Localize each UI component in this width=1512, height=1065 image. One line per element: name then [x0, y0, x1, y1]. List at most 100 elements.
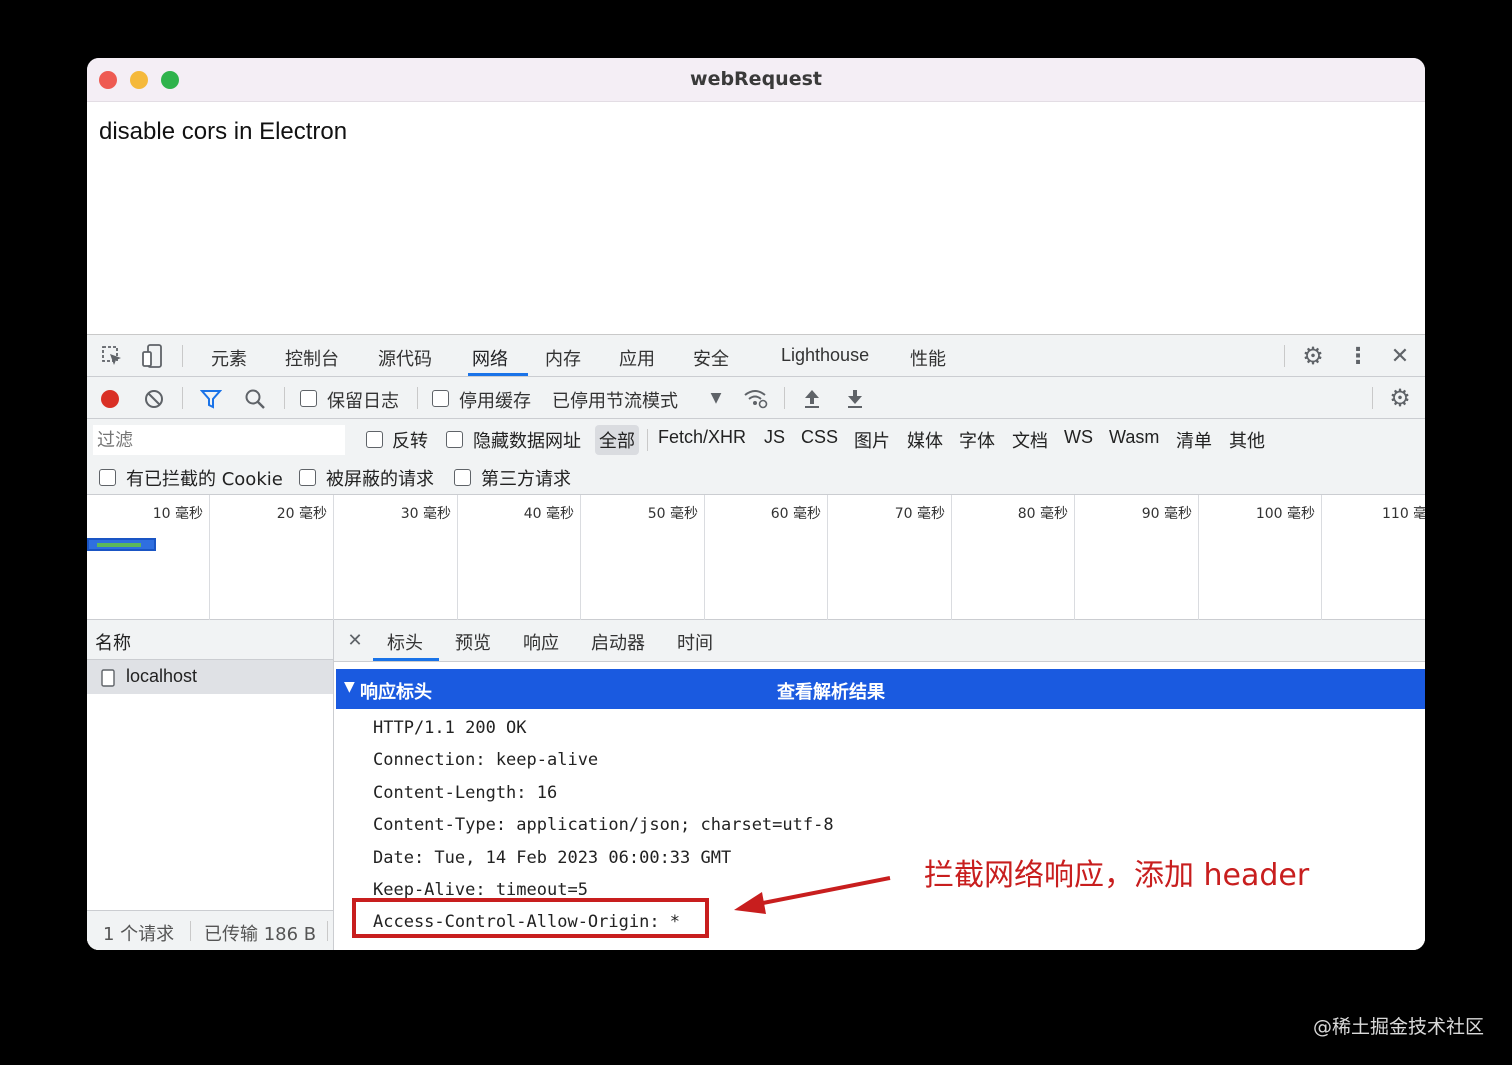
throttling-select[interactable]: 已停用节流模式 — [552, 387, 678, 413]
status-divider — [327, 921, 328, 941]
record-icon[interactable] — [99, 388, 121, 410]
filter-type-other[interactable]: 其他 — [1229, 427, 1265, 453]
filter-type-media[interactable]: 媒体 — [907, 427, 943, 453]
annotation-arrow-icon — [734, 876, 891, 914]
filter-icon[interactable] — [199, 388, 223, 410]
filter-type-doc[interactable]: 文档 — [1012, 427, 1048, 453]
invert-checkbox[interactable] — [366, 431, 383, 448]
toolbar-divider — [1284, 345, 1285, 367]
timeline-tick-label: 70 毫秒 — [894, 506, 945, 522]
filter-type-font[interactable]: 字体 — [959, 427, 995, 453]
inspect-element-icon[interactable] — [99, 343, 125, 369]
invert-label: 反转 — [392, 431, 428, 451]
chevron-down-icon[interactable]: ▼ — [707, 387, 725, 409]
search-icon[interactable] — [243, 388, 267, 410]
timeline-tick-label: 10 毫秒 — [152, 506, 203, 522]
request-name: localhost — [126, 666, 198, 686]
filter-type-js[interactable]: JS — [764, 427, 785, 448]
active-tab-indicator — [468, 373, 528, 376]
timeline-tick: 80 毫秒 — [952, 495, 1075, 620]
filter-type-ws[interactable]: WS — [1064, 427, 1093, 448]
filter-type-manifest[interactable]: 清单 — [1176, 427, 1212, 453]
tab-memory[interactable]: 内存 — [545, 345, 581, 371]
network-settings-gear-icon[interactable]: ⚙ — [1387, 384, 1413, 412]
tab-initiator[interactable]: 启动器 — [591, 629, 645, 655]
hide-data-urls-label: 隐藏数据网址 — [473, 431, 581, 451]
timeline-tick-label: 110 毫 — [1382, 506, 1425, 522]
network-toolbar: 保留日志 停用缓存 已停用节流模式 ▼ ⚙ — [87, 377, 1425, 419]
header-line: Content-Type: application/json; charset=… — [373, 815, 834, 835]
timeline-tick-label: 30 毫秒 — [400, 506, 451, 522]
close-devtools-icon[interactable]: ✕ — [1387, 343, 1413, 369]
timeline-request-bar — [87, 538, 156, 551]
window-title: webRequest — [690, 68, 822, 90]
filter-type-css[interactable]: CSS — [801, 427, 838, 448]
more-options-icon[interactable]: ⋮ — [1345, 343, 1371, 369]
timeline-request-bar-waiting — [97, 543, 141, 547]
device-toolbar-icon[interactable] — [139, 343, 165, 369]
timeline-tick: 110 毫 — [1322, 495, 1425, 620]
tab-console[interactable]: 控制台 — [285, 345, 339, 371]
timeline-tick: 70 毫秒 — [828, 495, 952, 620]
header-line: Date: Tue, 14 Feb 2023 06:00:33 GMT — [373, 848, 732, 868]
import-har-icon[interactable] — [800, 386, 824, 410]
name-column-header[interactable]: 名称 — [87, 620, 333, 660]
tab-timing[interactable]: 时间 — [677, 629, 713, 655]
blocked-cookies-checkbox[interactable] — [99, 469, 116, 486]
blocked-requests-checkbox[interactable] — [299, 469, 316, 486]
toolbar-divider — [182, 345, 183, 367]
status-divider — [190, 921, 191, 941]
header-line: Keep-Alive: timeout=5 — [373, 880, 588, 900]
disable-cache-checkbox[interactable] — [432, 390, 449, 407]
watermark: @稀土掘金技术社区 — [1312, 1016, 1484, 1038]
response-headers-section[interactable]: ▼ 响应标头 查看解析结果 — [336, 669, 1425, 709]
timeline-tick: 100 毫秒 — [1199, 495, 1322, 620]
tab-elements[interactable]: 元素 — [211, 345, 247, 371]
preserve-log-checkbox[interactable] — [300, 390, 317, 407]
toolbar-divider — [647, 429, 648, 451]
export-har-icon[interactable] — [843, 386, 867, 410]
blocked-cookies-label: 有已拦截的 Cookie — [126, 469, 283, 490]
timeline-tick-label: 20 毫秒 — [276, 506, 327, 522]
network-conditions-icon[interactable] — [742, 386, 770, 410]
timeline-overview[interactable]: 10 毫秒 20 毫秒 30 毫秒 40 毫秒 50 毫秒 60 毫秒 70 毫… — [87, 495, 1425, 620]
third-party-checkbox[interactable] — [454, 469, 471, 486]
tab-preview[interactable]: 预览 — [455, 629, 491, 655]
tab-lighthouse[interactable]: Lighthouse — [781, 345, 869, 366]
timeline-tick: 60 毫秒 — [705, 495, 828, 620]
disable-cache-label: 停用缓存 — [459, 391, 531, 412]
tab-application[interactable]: 应用 — [619, 345, 655, 371]
page-content: disable cors in Electron — [87, 102, 1425, 334]
section-title: 响应标头 — [360, 682, 432, 703]
title-bar: webRequest — [87, 58, 1425, 102]
preserve-log-label: 保留日志 — [327, 391, 399, 412]
filter-type-img[interactable]: 图片 — [854, 427, 890, 453]
tab-headers[interactable]: 标头 — [387, 629, 423, 655]
transferred-size: 已传输 186 B — [204, 924, 317, 945]
details-tabbar: ✕ 标头 预览 响应 启动器 时间 — [334, 620, 1425, 662]
tab-network[interactable]: 网络 — [472, 345, 508, 371]
timeline-tick: 30 毫秒 — [334, 495, 458, 620]
close-details-icon[interactable]: ✕ — [344, 629, 366, 651]
header-line: Connection: keep-alive — [373, 750, 599, 770]
tab-sources[interactable]: 源代码 — [378, 345, 432, 371]
view-parsed-link[interactable]: 查看解析结果 — [777, 678, 885, 704]
clear-icon[interactable] — [143, 388, 165, 410]
filter-type-fetch-xhr[interactable]: Fetch/XHR — [658, 427, 746, 448]
request-count: 1 个请求 — [103, 924, 175, 945]
third-party-label: 第三方请求 — [481, 469, 571, 490]
filter-type-wasm[interactable]: Wasm — [1109, 427, 1159, 448]
timeline-tick-label: 40 毫秒 — [523, 506, 574, 522]
filter-type-all[interactable]: 全部 — [595, 425, 639, 455]
toolbar-divider — [182, 387, 183, 409]
tab-security[interactable]: 安全 — [693, 345, 729, 371]
request-row[interactable]: localhost — [87, 660, 333, 694]
blocked-requests-label: 被屏蔽的请求 — [326, 469, 434, 490]
tab-response[interactable]: 响应 — [523, 629, 559, 655]
settings-gear-icon[interactable]: ⚙ — [1300, 342, 1326, 370]
filter-input[interactable] — [93, 425, 345, 455]
tab-performance[interactable]: 性能 — [910, 345, 946, 371]
filter-bar: 反转 隐藏数据网址 全部 Fetch/XHR JS CSS 图片 媒体 字体 文… — [87, 419, 1425, 495]
hide-data-urls-checkbox[interactable] — [446, 431, 463, 448]
timeline-tick: 10 毫秒 — [87, 495, 210, 620]
